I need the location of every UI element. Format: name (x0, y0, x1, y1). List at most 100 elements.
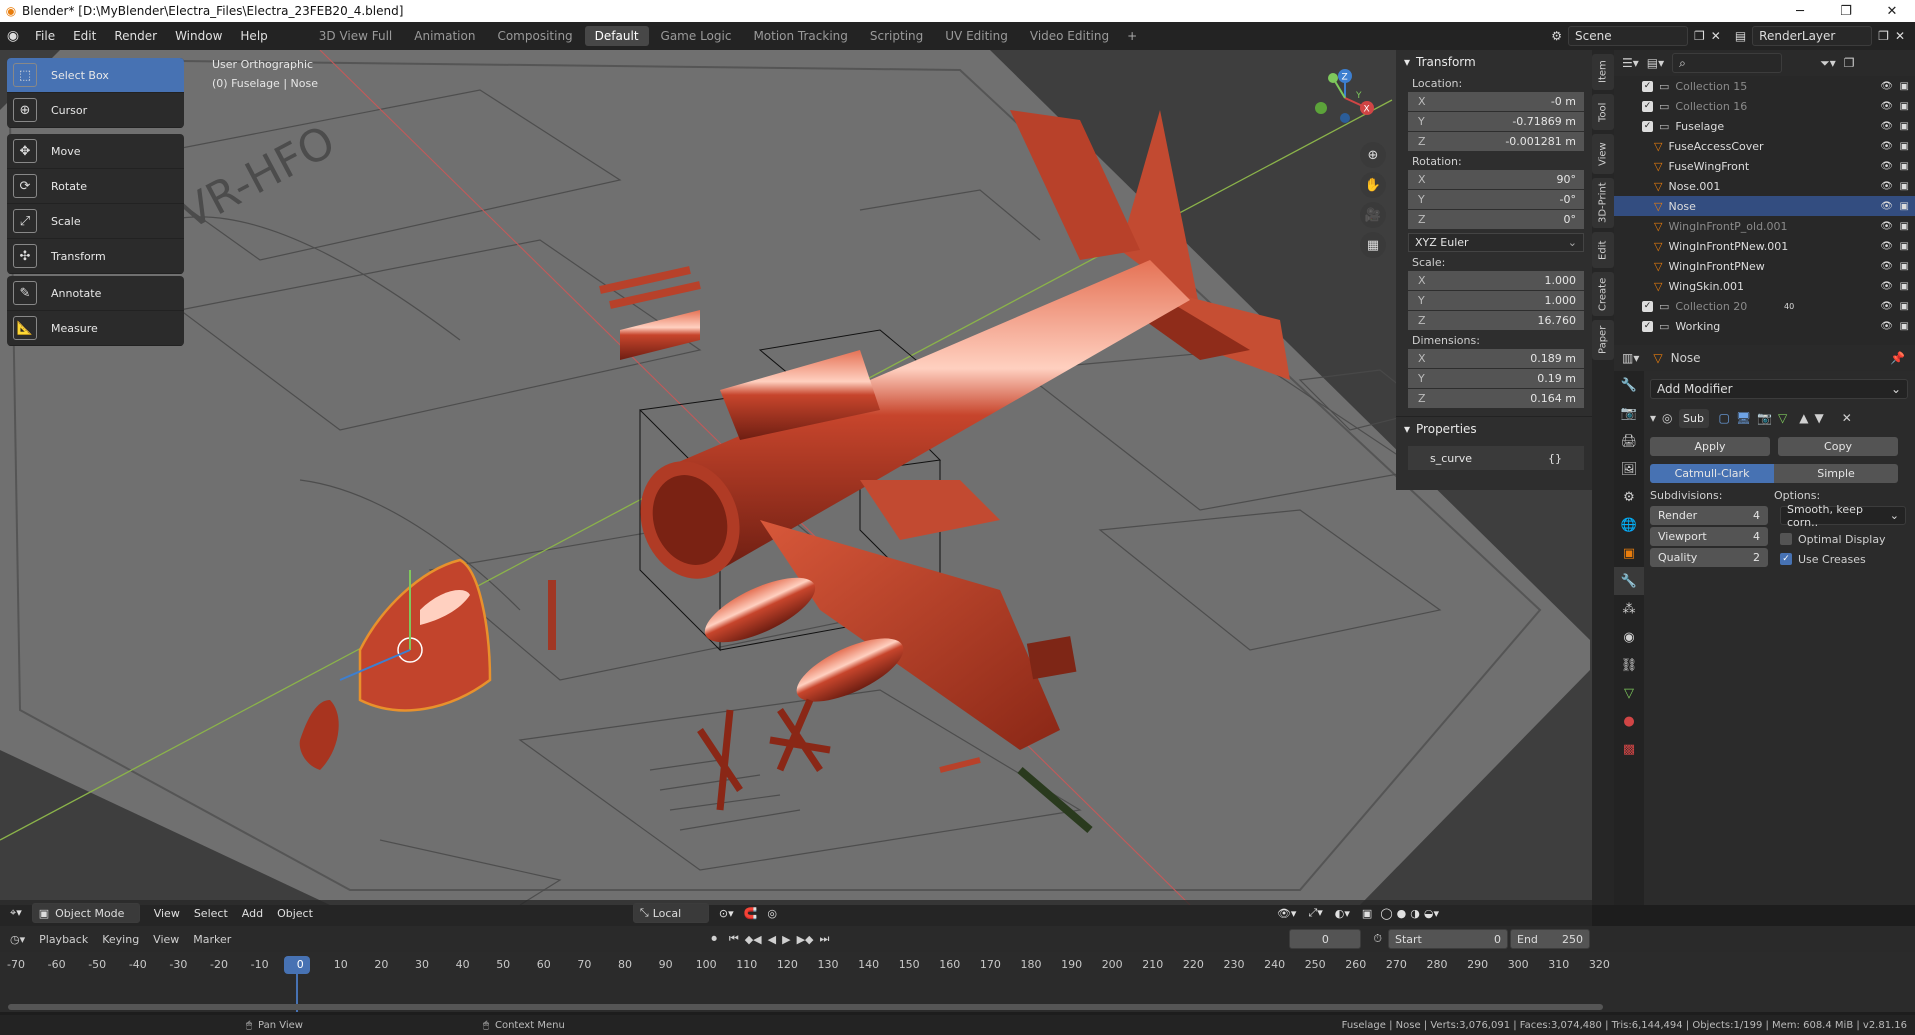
tab-tool[interactable]: Tool (1592, 94, 1614, 130)
timeline-menu-playback[interactable]: Playback (39, 933, 88, 946)
edit-mode-toggle-icon[interactable]: ▢ (1719, 411, 1730, 425)
viewport-levels-field[interactable]: Viewport 4 (1650, 527, 1768, 546)
timeline-area[interactable]: -70 -60 -50 -40 -30 -20 -10 0 10 20 30 40 50 60 70 80 90… (0, 952, 1915, 1012)
stopwatch-icon[interactable]: ⏱ (1373, 932, 1382, 946)
move-down-icon[interactable]: ▼ (1815, 411, 1824, 425)
outliner-row[interactable]: ▽ WingSkin.001 👁 ▣ (1614, 276, 1915, 296)
scene-selector[interactable]: Scene (1568, 26, 1688, 46)
render-visibility-icon[interactable]: ▣ (1900, 81, 1909, 92)
collection-checkbox[interactable]: ✓ (1642, 80, 1653, 92)
collection-checkbox[interactable]: ✓ (1642, 100, 1653, 112)
eye-icon[interactable]: 👁 (1880, 281, 1893, 292)
scale-y-field[interactable]: Y1.000🔓 (1408, 291, 1610, 310)
eye-icon[interactable]: 👁 (1880, 261, 1893, 272)
menu-window[interactable]: Window (166, 29, 231, 43)
scale-x-field[interactable]: X1.000🔓 (1408, 271, 1610, 290)
new-view-layer-icon[interactable]: ❐ (1878, 29, 1889, 43)
new-collection-icon[interactable]: ❐ (1844, 56, 1855, 70)
delete-scene-icon[interactable]: ✕ (1711, 29, 1721, 43)
output-props-icon[interactable]: 🖨 (1614, 427, 1644, 455)
scene-props-icon[interactable]: ⚙ (1614, 483, 1644, 511)
location-y-field[interactable]: Y-0.71869 m🔓 (1408, 112, 1610, 131)
custom-property-row[interactable]: s_curve{} (1408, 446, 1584, 470)
render-visibility-icon[interactable]: ▣ (1900, 181, 1909, 192)
display-mode-icon[interactable]: ▤▾ (1647, 56, 1664, 70)
3d-viewport[interactable]: VR-HFO ⬚ Select Box ⊕ Cursor ✥ Move ⟳ Ro… (0, 50, 1592, 905)
render-visibility-icon[interactable]: ▣ (1900, 161, 1909, 172)
viewport-menu-object[interactable]: Object (277, 907, 313, 920)
move-up-icon[interactable]: ▲ (1799, 411, 1808, 425)
camera-view-icon[interactable]: 🎥 (1360, 202, 1386, 228)
rendered-shading-icon[interactable]: ◒▾ (1424, 907, 1439, 920)
render-visibility-icon[interactable]: ▣ (1900, 281, 1909, 292)
tool-measure[interactable]: 📐 Measure (7, 311, 184, 346)
render-levels-field[interactable]: Render 4 (1650, 506, 1768, 525)
menu-render[interactable]: Render (105, 29, 166, 43)
render-visibility-icon[interactable]: ▣ (1900, 101, 1909, 112)
menu-file[interactable]: File (26, 29, 64, 43)
timeline-menu-keying[interactable]: Keying (102, 933, 139, 946)
tab-3d-print[interactable]: 3D-Print (1592, 178, 1614, 228)
wireframe-shading-icon[interactable]: ◯ (1380, 907, 1392, 920)
eye-icon[interactable]: 👁 (1880, 101, 1893, 112)
outliner-row[interactable]: ▽ Nose 👁 ▣ (1614, 196, 1915, 216)
scale-z-field[interactable]: Z16.760🔓 (1408, 311, 1610, 330)
location-z-field[interactable]: Z-0.001281 m🔓 (1408, 132, 1610, 151)
view-layer-selector[interactable]: RenderLayer (1752, 26, 1873, 46)
outliner-row[interactable]: ▽ WingInFrontPNew.001 👁 ▣ (1614, 236, 1915, 256)
end-frame-field[interactable]: End 250 (1510, 929, 1590, 949)
overlays-icon[interactable]: ◐▾ (1335, 907, 1350, 920)
close-button[interactable]: ✕ (1869, 0, 1915, 22)
snap-icon[interactable]: 🧲 (744, 907, 758, 920)
outliner-row[interactable]: ▽ Nose.001 👁 ▣ (1614, 176, 1915, 196)
new-scene-icon[interactable]: ❐ (1694, 29, 1705, 43)
render-props-icon[interactable]: 📷 (1614, 399, 1644, 427)
navigation-gizmo[interactable]: Z X Y (1315, 68, 1375, 128)
render-visibility-icon[interactable]: ▣ (1900, 201, 1909, 212)
eye-icon[interactable]: 👁 (1880, 221, 1893, 232)
tab-video-editing[interactable]: Video Editing (1020, 26, 1119, 46)
properties-editor-icon[interactable]: ▥▾ (1622, 351, 1639, 365)
timeline-menu-marker[interactable]: Marker (193, 933, 231, 946)
prev-keyframe-icon[interactable]: ◆◀ (745, 933, 762, 946)
scene-icon[interactable]: ⚙ (1551, 29, 1562, 43)
tool-move[interactable]: ✥ Move (7, 134, 184, 169)
simple-button[interactable]: Simple (1774, 464, 1898, 483)
rotation-y-field[interactable]: Y-0°🔓 (1408, 190, 1610, 209)
tab-uv-editing[interactable]: UV Editing (935, 26, 1018, 46)
catmull-clark-button[interactable]: Catmull-Clark (1650, 464, 1774, 483)
outliner-row[interactable]: ✓ ▭ Working 👁 ▣ (1614, 316, 1915, 336)
render-toggle-icon[interactable]: 📷 (1757, 411, 1772, 425)
tool-cursor[interactable]: ⊕ Cursor (7, 93, 184, 128)
use-creases-checkbox[interactable]: ✓ Use Creases (1780, 549, 1906, 569)
uv-smooth-select[interactable]: Smooth, keep corn.. ⌄ (1780, 503, 1906, 529)
menu-edit[interactable]: Edit (64, 29, 105, 43)
eye-icon[interactable]: 👁 (1880, 301, 1893, 312)
start-frame-field[interactable]: Start 0 (1388, 929, 1508, 949)
viewport-menu-select[interactable]: Select (194, 907, 228, 920)
object-mode-select[interactable]: ▣ Object Mode (31, 903, 140, 923)
outliner-row[interactable]: ✓ ▭ Collection 16 👁 ▣ (1614, 96, 1915, 116)
pan-hand-icon[interactable]: ✋ (1360, 172, 1386, 198)
render-visibility-icon[interactable]: ▣ (1900, 221, 1909, 232)
tab-animation[interactable]: Animation (404, 26, 485, 46)
zoom-icon[interactable]: ⊕ (1360, 142, 1386, 168)
texture-props-icon[interactable]: ▩ (1614, 735, 1644, 763)
collection-checkbox[interactable]: ✓ (1642, 120, 1653, 132)
viewport-menu-add[interactable]: Add (242, 907, 263, 920)
eye-icon[interactable]: 👁 (1880, 141, 1893, 152)
apply-button[interactable]: Apply (1650, 437, 1770, 456)
tool-transform[interactable]: ✣ Transform (7, 239, 184, 274)
outliner-row[interactable]: ▽ FuseAccessCover 👁 ▣ (1614, 136, 1915, 156)
remove-modifier-icon[interactable]: ✕ (1842, 411, 1852, 425)
add-workspace-icon[interactable]: + (1119, 29, 1145, 43)
outliner-row[interactable]: ✓ ▭ Fuselage 👁 ▣ (1614, 116, 1915, 136)
quality-field[interactable]: Quality 2 (1650, 548, 1768, 567)
dimensions-x-field[interactable]: X 0.189 m (1408, 349, 1584, 368)
tab-3d-view-full[interactable]: 3D View Full (309, 26, 403, 46)
mesh-data-icon[interactable]: ▽ (1614, 679, 1644, 707)
outliner-row[interactable]: ✓ ▭ Collection 20 40 👁 ▣ (1614, 296, 1915, 316)
rotation-mode-select[interactable]: XYZ Euler ⌄ (1408, 233, 1584, 252)
render-visibility-icon[interactable]: ▣ (1900, 301, 1909, 312)
tab-create[interactable]: Create (1592, 272, 1614, 316)
